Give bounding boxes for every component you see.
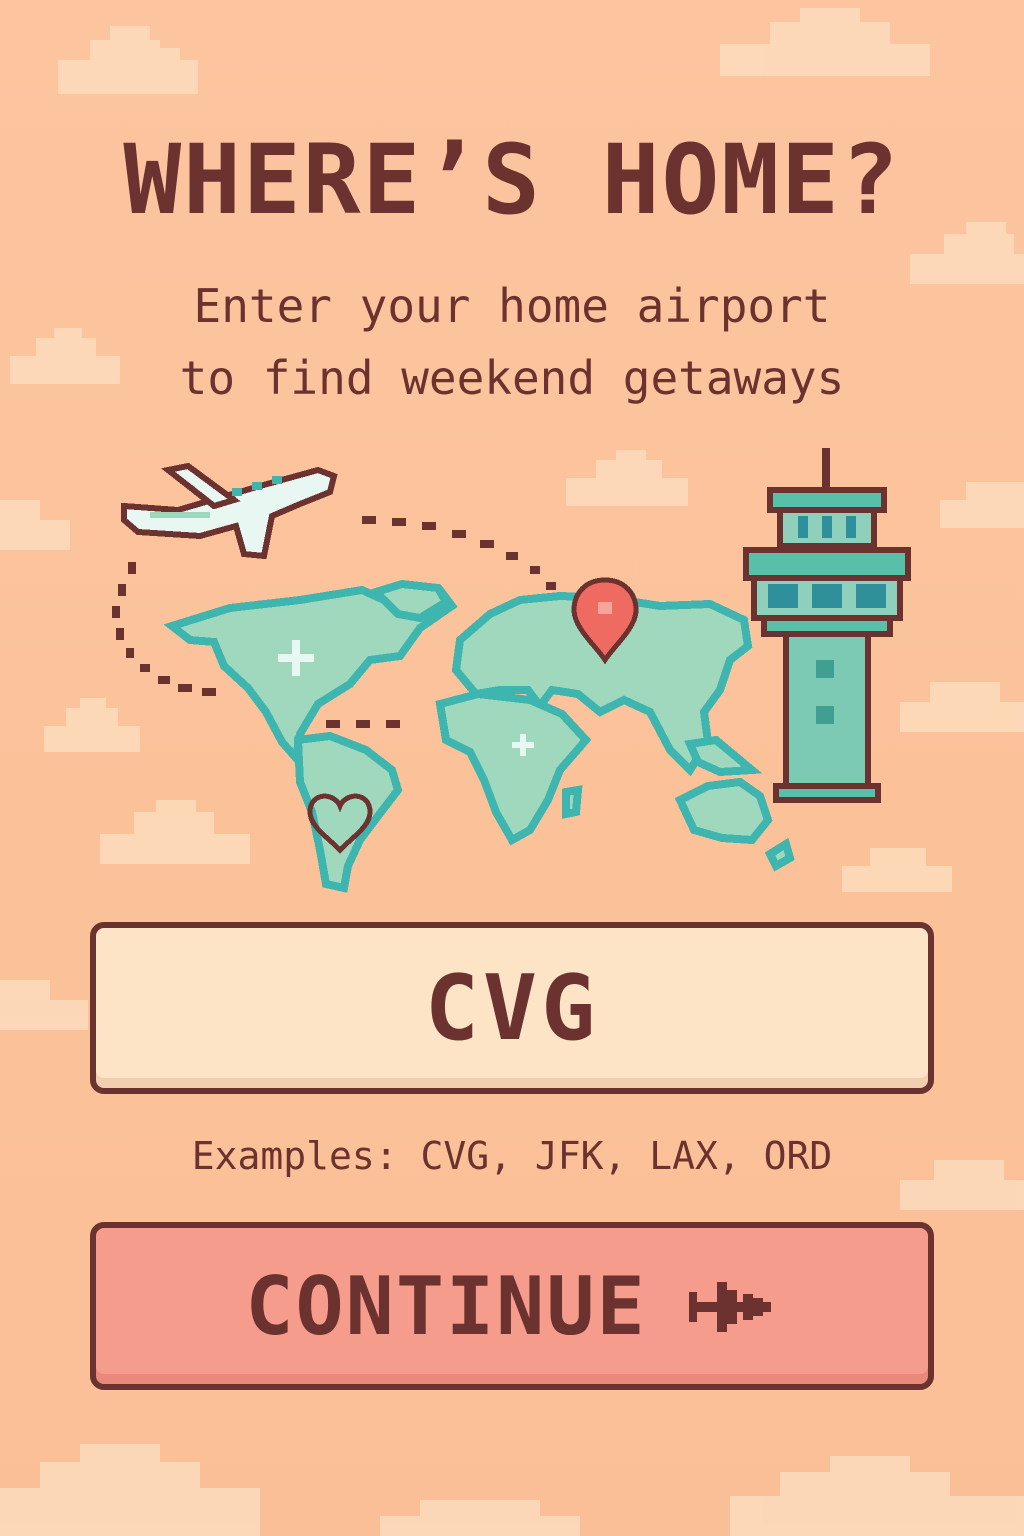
airport-code-input[interactable]	[96, 928, 928, 1088]
airport-input-box[interactable]	[90, 922, 934, 1094]
cloud-12	[0, 980, 88, 1030]
cloud-2	[720, 8, 930, 76]
cloud-16	[380, 1500, 580, 1536]
world-map	[163, 579, 795, 893]
airport-setup-screen: WHERE’S HOME? Enter your home airport to…	[0, 0, 1024, 1536]
map-southeast-asia	[684, 735, 763, 777]
subtitle-line-2: to find weekend getaways	[179, 351, 845, 405]
control-tower-icon	[743, 448, 911, 803]
airplane-arrow-icon	[688, 1282, 771, 1332]
map-south-america	[293, 731, 403, 893]
travel-illustration	[112, 448, 911, 893]
map-australia	[674, 777, 773, 845]
page-title: WHERE’S HOME?	[123, 124, 901, 236]
page-subtitle: Enter your home airport to find weekend …	[0, 270, 1024, 414]
map-madagascar	[562, 785, 583, 819]
cloud-15	[730, 1456, 1024, 1536]
map-new-zealand	[764, 837, 795, 872]
subtitle-line-1: Enter your home airport	[193, 279, 831, 333]
airplane-icon	[121, 462, 338, 560]
airport-examples-hint: Examples: CVG, JFK, LAX, ORD	[191, 1134, 833, 1178]
cloud-14	[0, 1444, 260, 1536]
cloud-1	[58, 26, 198, 94]
continue-button[interactable]: CONTINUE	[90, 1222, 934, 1390]
continue-button-label: CONTINUE	[245, 1259, 647, 1353]
